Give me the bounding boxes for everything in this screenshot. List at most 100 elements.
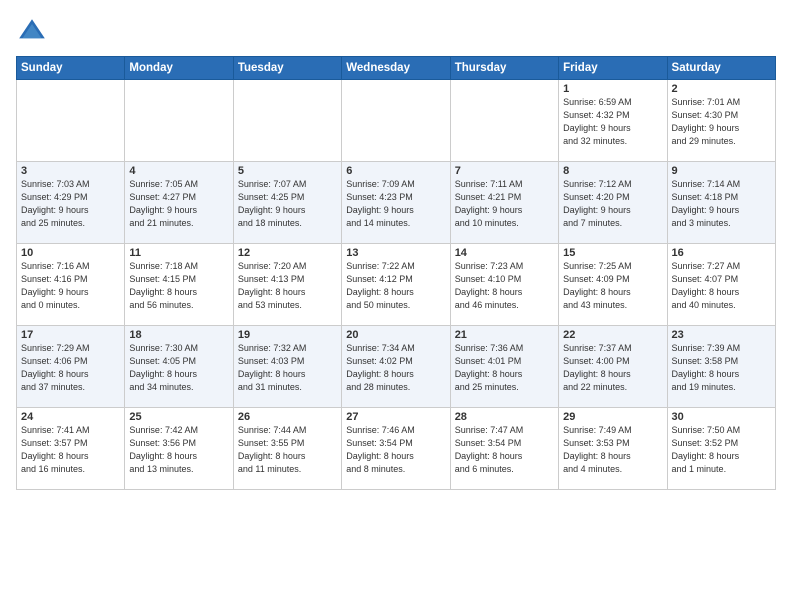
calendar-cell: 14Sunrise: 7:23 AM Sunset: 4:10 PM Dayli…	[450, 244, 558, 326]
day-info: Sunrise: 7:12 AM Sunset: 4:20 PM Dayligh…	[563, 178, 662, 230]
calendar-week-row: 17Sunrise: 7:29 AM Sunset: 4:06 PM Dayli…	[17, 326, 776, 408]
calendar-cell: 21Sunrise: 7:36 AM Sunset: 4:01 PM Dayli…	[450, 326, 558, 408]
day-number: 27	[346, 411, 445, 423]
day-info: Sunrise: 7:29 AM Sunset: 4:06 PM Dayligh…	[21, 342, 120, 394]
day-number: 17	[21, 329, 120, 341]
day-info: Sunrise: 7:39 AM Sunset: 3:58 PM Dayligh…	[672, 342, 771, 394]
logo-icon	[16, 16, 48, 48]
day-number: 18	[129, 329, 228, 341]
day-of-week-header: Friday	[559, 57, 667, 80]
calendar-cell: 20Sunrise: 7:34 AM Sunset: 4:02 PM Dayli…	[342, 326, 450, 408]
day-info: Sunrise: 7:37 AM Sunset: 4:00 PM Dayligh…	[563, 342, 662, 394]
calendar-cell: 25Sunrise: 7:42 AM Sunset: 3:56 PM Dayli…	[125, 408, 233, 490]
calendar-cell	[17, 80, 125, 162]
calendar-cell: 3Sunrise: 7:03 AM Sunset: 4:29 PM Daylig…	[17, 162, 125, 244]
day-info: Sunrise: 7:46 AM Sunset: 3:54 PM Dayligh…	[346, 424, 445, 476]
calendar-cell: 29Sunrise: 7:49 AM Sunset: 3:53 PM Dayli…	[559, 408, 667, 490]
day-number: 9	[672, 165, 771, 177]
day-info: Sunrise: 7:49 AM Sunset: 3:53 PM Dayligh…	[563, 424, 662, 476]
logo	[16, 16, 52, 48]
day-number: 26	[238, 411, 337, 423]
day-info: Sunrise: 7:30 AM Sunset: 4:05 PM Dayligh…	[129, 342, 228, 394]
calendar-cell: 17Sunrise: 7:29 AM Sunset: 4:06 PM Dayli…	[17, 326, 125, 408]
calendar-cell: 4Sunrise: 7:05 AM Sunset: 4:27 PM Daylig…	[125, 162, 233, 244]
day-number: 14	[455, 247, 554, 259]
day-info: Sunrise: 7:34 AM Sunset: 4:02 PM Dayligh…	[346, 342, 445, 394]
day-info: Sunrise: 7:14 AM Sunset: 4:18 PM Dayligh…	[672, 178, 771, 230]
day-number: 20	[346, 329, 445, 341]
day-info: Sunrise: 7:07 AM Sunset: 4:25 PM Dayligh…	[238, 178, 337, 230]
calendar-header-row: SundayMondayTuesdayWednesdayThursdayFrid…	[17, 57, 776, 80]
day-number: 2	[672, 83, 771, 95]
day-number: 12	[238, 247, 337, 259]
calendar-week-row: 10Sunrise: 7:16 AM Sunset: 4:16 PM Dayli…	[17, 244, 776, 326]
calendar-cell: 24Sunrise: 7:41 AM Sunset: 3:57 PM Dayli…	[17, 408, 125, 490]
day-of-week-header: Tuesday	[233, 57, 341, 80]
calendar-cell: 7Sunrise: 7:11 AM Sunset: 4:21 PM Daylig…	[450, 162, 558, 244]
calendar-cell: 9Sunrise: 7:14 AM Sunset: 4:18 PM Daylig…	[667, 162, 775, 244]
day-of-week-header: Thursday	[450, 57, 558, 80]
calendar-cell	[450, 80, 558, 162]
calendar-cell: 19Sunrise: 7:32 AM Sunset: 4:03 PM Dayli…	[233, 326, 341, 408]
day-info: Sunrise: 7:09 AM Sunset: 4:23 PM Dayligh…	[346, 178, 445, 230]
day-number: 23	[672, 329, 771, 341]
calendar-cell	[342, 80, 450, 162]
day-number: 15	[563, 247, 662, 259]
day-number: 5	[238, 165, 337, 177]
day-number: 30	[672, 411, 771, 423]
calendar-cell: 6Sunrise: 7:09 AM Sunset: 4:23 PM Daylig…	[342, 162, 450, 244]
calendar-cell: 23Sunrise: 7:39 AM Sunset: 3:58 PM Dayli…	[667, 326, 775, 408]
day-of-week-header: Sunday	[17, 57, 125, 80]
page: SundayMondayTuesdayWednesdayThursdayFrid…	[0, 0, 792, 500]
calendar-week-row: 24Sunrise: 7:41 AM Sunset: 3:57 PM Dayli…	[17, 408, 776, 490]
day-info: Sunrise: 7:20 AM Sunset: 4:13 PM Dayligh…	[238, 260, 337, 312]
calendar-cell: 5Sunrise: 7:07 AM Sunset: 4:25 PM Daylig…	[233, 162, 341, 244]
day-number: 7	[455, 165, 554, 177]
day-info: Sunrise: 7:01 AM Sunset: 4:30 PM Dayligh…	[672, 96, 771, 148]
day-info: Sunrise: 7:05 AM Sunset: 4:27 PM Dayligh…	[129, 178, 228, 230]
day-number: 21	[455, 329, 554, 341]
day-info: Sunrise: 7:03 AM Sunset: 4:29 PM Dayligh…	[21, 178, 120, 230]
day-info: Sunrise: 7:36 AM Sunset: 4:01 PM Dayligh…	[455, 342, 554, 394]
day-info: Sunrise: 7:44 AM Sunset: 3:55 PM Dayligh…	[238, 424, 337, 476]
day-number: 8	[563, 165, 662, 177]
day-info: Sunrise: 7:16 AM Sunset: 4:16 PM Dayligh…	[21, 260, 120, 312]
day-of-week-header: Monday	[125, 57, 233, 80]
day-number: 13	[346, 247, 445, 259]
day-number: 28	[455, 411, 554, 423]
day-number: 19	[238, 329, 337, 341]
calendar-cell: 18Sunrise: 7:30 AM Sunset: 4:05 PM Dayli…	[125, 326, 233, 408]
calendar-table: SundayMondayTuesdayWednesdayThursdayFrid…	[16, 56, 776, 490]
calendar-cell: 12Sunrise: 7:20 AM Sunset: 4:13 PM Dayli…	[233, 244, 341, 326]
calendar-cell	[125, 80, 233, 162]
calendar-cell: 10Sunrise: 7:16 AM Sunset: 4:16 PM Dayli…	[17, 244, 125, 326]
calendar-cell	[233, 80, 341, 162]
day-number: 6	[346, 165, 445, 177]
day-number: 16	[672, 247, 771, 259]
day-info: Sunrise: 7:50 AM Sunset: 3:52 PM Dayligh…	[672, 424, 771, 476]
calendar-cell: 2Sunrise: 7:01 AM Sunset: 4:30 PM Daylig…	[667, 80, 775, 162]
day-of-week-header: Wednesday	[342, 57, 450, 80]
day-number: 29	[563, 411, 662, 423]
calendar-cell: 15Sunrise: 7:25 AM Sunset: 4:09 PM Dayli…	[559, 244, 667, 326]
calendar-cell: 11Sunrise: 7:18 AM Sunset: 4:15 PM Dayli…	[125, 244, 233, 326]
day-info: Sunrise: 7:32 AM Sunset: 4:03 PM Dayligh…	[238, 342, 337, 394]
day-info: Sunrise: 7:42 AM Sunset: 3:56 PM Dayligh…	[129, 424, 228, 476]
day-info: Sunrise: 7:27 AM Sunset: 4:07 PM Dayligh…	[672, 260, 771, 312]
day-info: Sunrise: 7:25 AM Sunset: 4:09 PM Dayligh…	[563, 260, 662, 312]
calendar-cell: 30Sunrise: 7:50 AM Sunset: 3:52 PM Dayli…	[667, 408, 775, 490]
calendar-week-row: 1Sunrise: 6:59 AM Sunset: 4:32 PM Daylig…	[17, 80, 776, 162]
day-number: 22	[563, 329, 662, 341]
day-number: 3	[21, 165, 120, 177]
day-info: Sunrise: 6:59 AM Sunset: 4:32 PM Dayligh…	[563, 96, 662, 148]
day-info: Sunrise: 7:22 AM Sunset: 4:12 PM Dayligh…	[346, 260, 445, 312]
calendar-cell: 22Sunrise: 7:37 AM Sunset: 4:00 PM Dayli…	[559, 326, 667, 408]
calendar-cell: 8Sunrise: 7:12 AM Sunset: 4:20 PM Daylig…	[559, 162, 667, 244]
calendar-cell: 28Sunrise: 7:47 AM Sunset: 3:54 PM Dayli…	[450, 408, 558, 490]
day-info: Sunrise: 7:47 AM Sunset: 3:54 PM Dayligh…	[455, 424, 554, 476]
day-of-week-header: Saturday	[667, 57, 775, 80]
day-number: 25	[129, 411, 228, 423]
day-number: 1	[563, 83, 662, 95]
day-info: Sunrise: 7:18 AM Sunset: 4:15 PM Dayligh…	[129, 260, 228, 312]
calendar-cell: 26Sunrise: 7:44 AM Sunset: 3:55 PM Dayli…	[233, 408, 341, 490]
